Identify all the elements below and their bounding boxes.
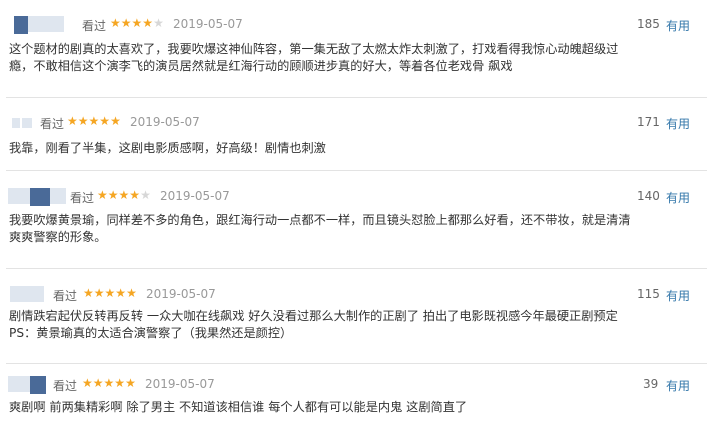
star-filled-icon: ★ (131, 16, 143, 30)
rating-stars: ★★★★★ (83, 286, 137, 300)
avatar[interactable] (8, 188, 30, 204)
star-filled-icon: ★ (118, 188, 130, 202)
star-filled-icon: ★ (126, 286, 137, 300)
rating-stars: ★★★★★ (97, 188, 151, 202)
review-date: 2019-05-07 (146, 287, 216, 301)
watched-label: 看过 (82, 19, 107, 33)
star-filled-icon: ★ (99, 114, 111, 128)
star-filled-icon: ★ (104, 286, 116, 300)
useful-button[interactable]: 有用 (666, 377, 690, 394)
vote-count: 171 (637, 115, 660, 129)
star-filled-icon: ★ (115, 286, 127, 300)
star-filled-icon: ★ (107, 188, 119, 202)
star-filled-icon: ★ (129, 188, 141, 202)
review-text-line: 我靠，刚看了半集，这剧电影质感啊，好高级！剧情也刺激 (9, 141, 326, 155)
divider (6, 170, 707, 171)
avatar[interactable] (8, 376, 30, 392)
star-filled-icon: ★ (125, 376, 136, 390)
watched-label: 看过 (53, 289, 78, 303)
review-text-line: PS：黄景瑜真的太适合演警察了（我果然还是颜控） (9, 326, 293, 340)
star-filled-icon: ★ (88, 114, 100, 128)
review-text-line: 我要吹爆黄景瑜，同样差不多的角色，跟红海行动一点都不一样，而且镜头怼脸上都那么好… (9, 213, 631, 227)
avatar[interactable] (10, 286, 44, 302)
avatar[interactable] (50, 188, 66, 204)
watched-label: 看过 (40, 117, 65, 131)
useful-button[interactable]: 有用 (666, 115, 690, 132)
star-filled-icon: ★ (103, 376, 115, 390)
avatar[interactable] (22, 118, 32, 128)
avatar[interactable] (30, 376, 46, 394)
review-date: 2019-05-07 (130, 115, 200, 129)
useful-button[interactable]: 有用 (666, 287, 690, 304)
vote-count: 140 (637, 189, 660, 203)
star-filled-icon: ★ (67, 114, 78, 128)
review-date: 2019-05-07 (160, 189, 230, 203)
review-text-line: 爽爽警察的形象。 (9, 230, 107, 244)
star-filled-icon: ★ (82, 376, 93, 390)
star-filled-icon: ★ (110, 16, 121, 30)
star-filled-icon: ★ (114, 376, 126, 390)
star-filled-icon: ★ (142, 16, 154, 30)
avatar[interactable] (12, 118, 20, 128)
divider (6, 97, 707, 98)
divider (6, 268, 707, 269)
divider (6, 363, 707, 364)
review-text-line: 剧情跌宕起伏反转再反转 一众大咖在线飙戏 好久没看过那么大制作的正剧了 拍出了电… (9, 309, 618, 323)
avatar[interactable] (28, 16, 64, 32)
star-filled-icon: ★ (110, 114, 121, 128)
avatar[interactable] (30, 188, 50, 206)
star-filled-icon: ★ (77, 114, 89, 128)
star-empty-icon: ★ (140, 188, 151, 202)
vote-count: 185 (637, 17, 660, 31)
rating-stars: ★★★★★ (110, 16, 164, 30)
vote-count: 115 (637, 287, 660, 301)
useful-button[interactable]: 有用 (666, 189, 690, 206)
star-filled-icon: ★ (92, 376, 104, 390)
rating-stars: ★★★★★ (82, 376, 136, 390)
star-filled-icon: ★ (93, 286, 105, 300)
rating-stars: ★★★★★ (67, 114, 121, 128)
star-empty-icon: ★ (153, 16, 164, 30)
star-filled-icon: ★ (97, 188, 108, 202)
watched-label: 看过 (53, 379, 78, 393)
star-filled-icon: ★ (120, 16, 132, 30)
watched-label: 看过 (70, 191, 95, 205)
review-date: 2019-05-07 (145, 377, 215, 391)
avatar[interactable] (14, 16, 28, 34)
star-filled-icon: ★ (83, 286, 94, 300)
vote-count: 39 (643, 377, 659, 391)
useful-button[interactable]: 有用 (666, 17, 690, 34)
review-text-line: 瘾，不敢相信这个演李飞的演员居然就是红海行动的顾顺进步真的好大，等着各位老戏骨 … (9, 59, 513, 73)
review-date: 2019-05-07 (173, 17, 243, 31)
review-text-line: 这个题材的剧真的太喜欢了，我要吹爆这神仙阵容，第一集无敌了太燃太炸太刺激了，打戏… (9, 42, 619, 56)
review-text-line: 爽剧啊 前两集精彩啊 除了男主 不知道该相信谁 每个人都有可以能是内鬼 这剧简直… (9, 400, 468, 414)
